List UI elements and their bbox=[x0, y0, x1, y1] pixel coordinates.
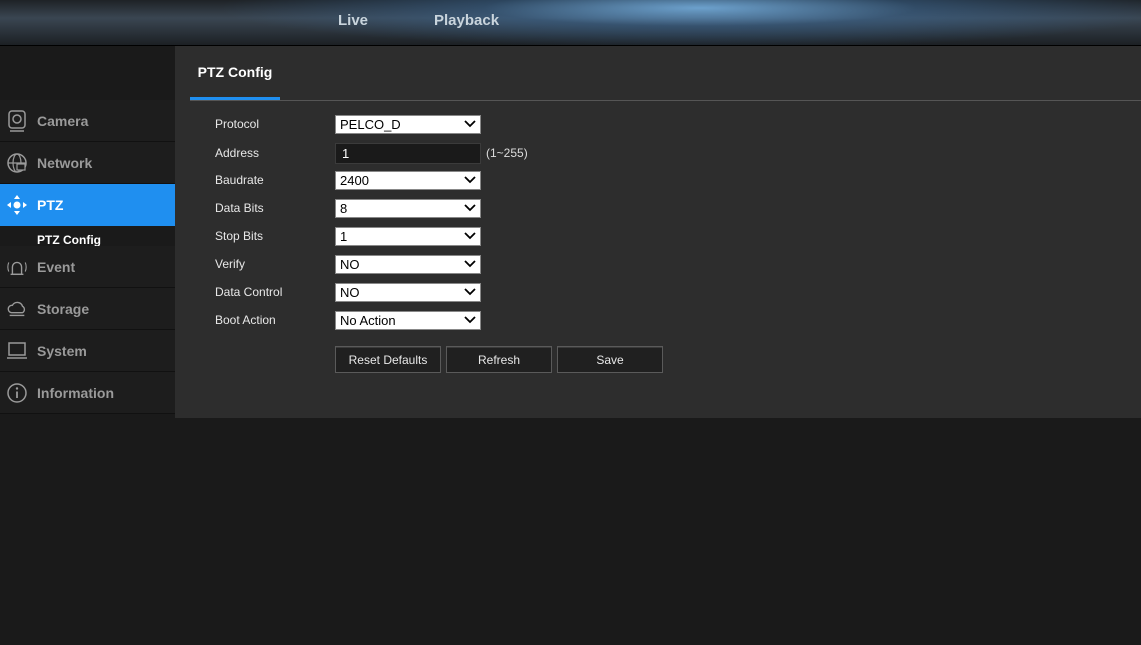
boot-action-value: No Action bbox=[340, 312, 396, 328]
address-range-hint: (1~255) bbox=[486, 146, 528, 160]
sidebar-item-label: System bbox=[37, 342, 87, 359]
sidebar-item-label: Information bbox=[37, 384, 114, 401]
boot-action-select[interactable]: No Action bbox=[335, 310, 481, 330]
sidebar: Camera Network PTZ PTZ Config Event Stor… bbox=[0, 100, 184, 414]
verify-row: Verify NO bbox=[215, 254, 481, 274]
chevron-down-icon bbox=[464, 204, 476, 212]
chevron-down-icon bbox=[464, 316, 476, 324]
action-buttons: Reset Defaults Refresh Save bbox=[335, 346, 663, 373]
chevron-down-icon bbox=[464, 288, 476, 296]
sidebar-item-event[interactable]: Event bbox=[0, 246, 175, 288]
storage-icon bbox=[6, 298, 28, 320]
data-control-select[interactable]: NO bbox=[335, 282, 481, 302]
nav-live[interactable]: Live bbox=[338, 12, 368, 29]
ptz-icon bbox=[6, 194, 28, 216]
data-bits-value: 8 bbox=[340, 200, 348, 216]
sidebar-item-label: PTZ bbox=[37, 197, 64, 213]
protocol-select[interactable]: PELCO_D bbox=[335, 114, 481, 134]
data-control-row: Data Control NO bbox=[215, 282, 481, 302]
camera-icon bbox=[6, 109, 28, 132]
tab-ptz-config[interactable]: PTZ Config bbox=[190, 46, 280, 100]
main-panel: PTZ Config Protocol PELCO_D Address (1~2… bbox=[175, 46, 1141, 418]
boot-action-label: Boot Action bbox=[215, 313, 276, 327]
stop-bits-row: Stop Bits 1 bbox=[215, 226, 481, 246]
network-icon bbox=[6, 152, 28, 174]
baudrate-value: 2400 bbox=[340, 172, 369, 188]
tab-divider bbox=[190, 100, 1141, 101]
baudrate-label: Baudrate bbox=[215, 173, 264, 187]
stop-bits-label: Stop Bits bbox=[215, 229, 264, 243]
info-icon bbox=[6, 382, 28, 404]
address-label: Address bbox=[215, 146, 260, 160]
address-input[interactable] bbox=[335, 142, 481, 164]
data-control-label: Data Control bbox=[215, 285, 283, 299]
top-bar-glow bbox=[0, 0, 1141, 45]
verify-value: NO bbox=[340, 256, 360, 272]
stop-bits-value: 1 bbox=[340, 228, 348, 244]
baudrate-select[interactable]: 2400 bbox=[335, 170, 481, 190]
sidebar-item-storage[interactable]: Storage bbox=[0, 288, 175, 330]
top-bar: Live Playback bbox=[0, 0, 1141, 46]
sidebar-item-label: Storage bbox=[37, 300, 90, 317]
verify-label: Verify bbox=[215, 257, 246, 271]
chevron-down-icon bbox=[464, 176, 476, 184]
protocol-row: Protocol PELCO_D bbox=[215, 114, 481, 134]
event-icon bbox=[6, 256, 28, 278]
verify-select[interactable]: NO bbox=[335, 254, 481, 274]
sidebar-item-label: Network bbox=[37, 154, 93, 171]
sidebar-item-information[interactable]: Information bbox=[0, 372, 175, 414]
data-bits-select[interactable]: 8 bbox=[335, 198, 481, 218]
data-bits-row: Data Bits 8 bbox=[215, 198, 481, 218]
stop-bits-select[interactable]: 1 bbox=[335, 226, 481, 246]
nav-playback[interactable]: Playback bbox=[434, 12, 499, 29]
protocol-label: Protocol bbox=[215, 117, 260, 131]
system-icon bbox=[6, 340, 28, 362]
baudrate-row: Baudrate 2400 bbox=[215, 170, 481, 190]
sidebar-item-camera[interactable]: Camera bbox=[0, 100, 175, 142]
sidebar-item-label: Event bbox=[37, 258, 76, 275]
sidebar-item-label: Camera bbox=[37, 112, 89, 129]
chevron-down-icon bbox=[464, 260, 476, 268]
sidebar-item-system[interactable]: System bbox=[0, 330, 175, 372]
sidebar-item-network[interactable]: Network bbox=[0, 142, 175, 184]
address-row: Address (1~255) bbox=[215, 142, 528, 164]
boot-action-row: Boot Action No Action bbox=[215, 310, 481, 330]
protocol-value: PELCO_D bbox=[340, 116, 401, 132]
sidebar-item-ptz[interactable]: PTZ bbox=[0, 184, 184, 226]
data-control-value: NO bbox=[340, 284, 360, 300]
save-button[interactable]: Save bbox=[557, 346, 663, 373]
chevron-down-icon bbox=[464, 120, 476, 128]
chevron-down-icon bbox=[464, 232, 476, 240]
refresh-button[interactable]: Refresh bbox=[446, 346, 552, 373]
data-bits-label: Data Bits bbox=[215, 201, 264, 215]
reset-defaults-button[interactable]: Reset Defaults bbox=[335, 346, 441, 373]
